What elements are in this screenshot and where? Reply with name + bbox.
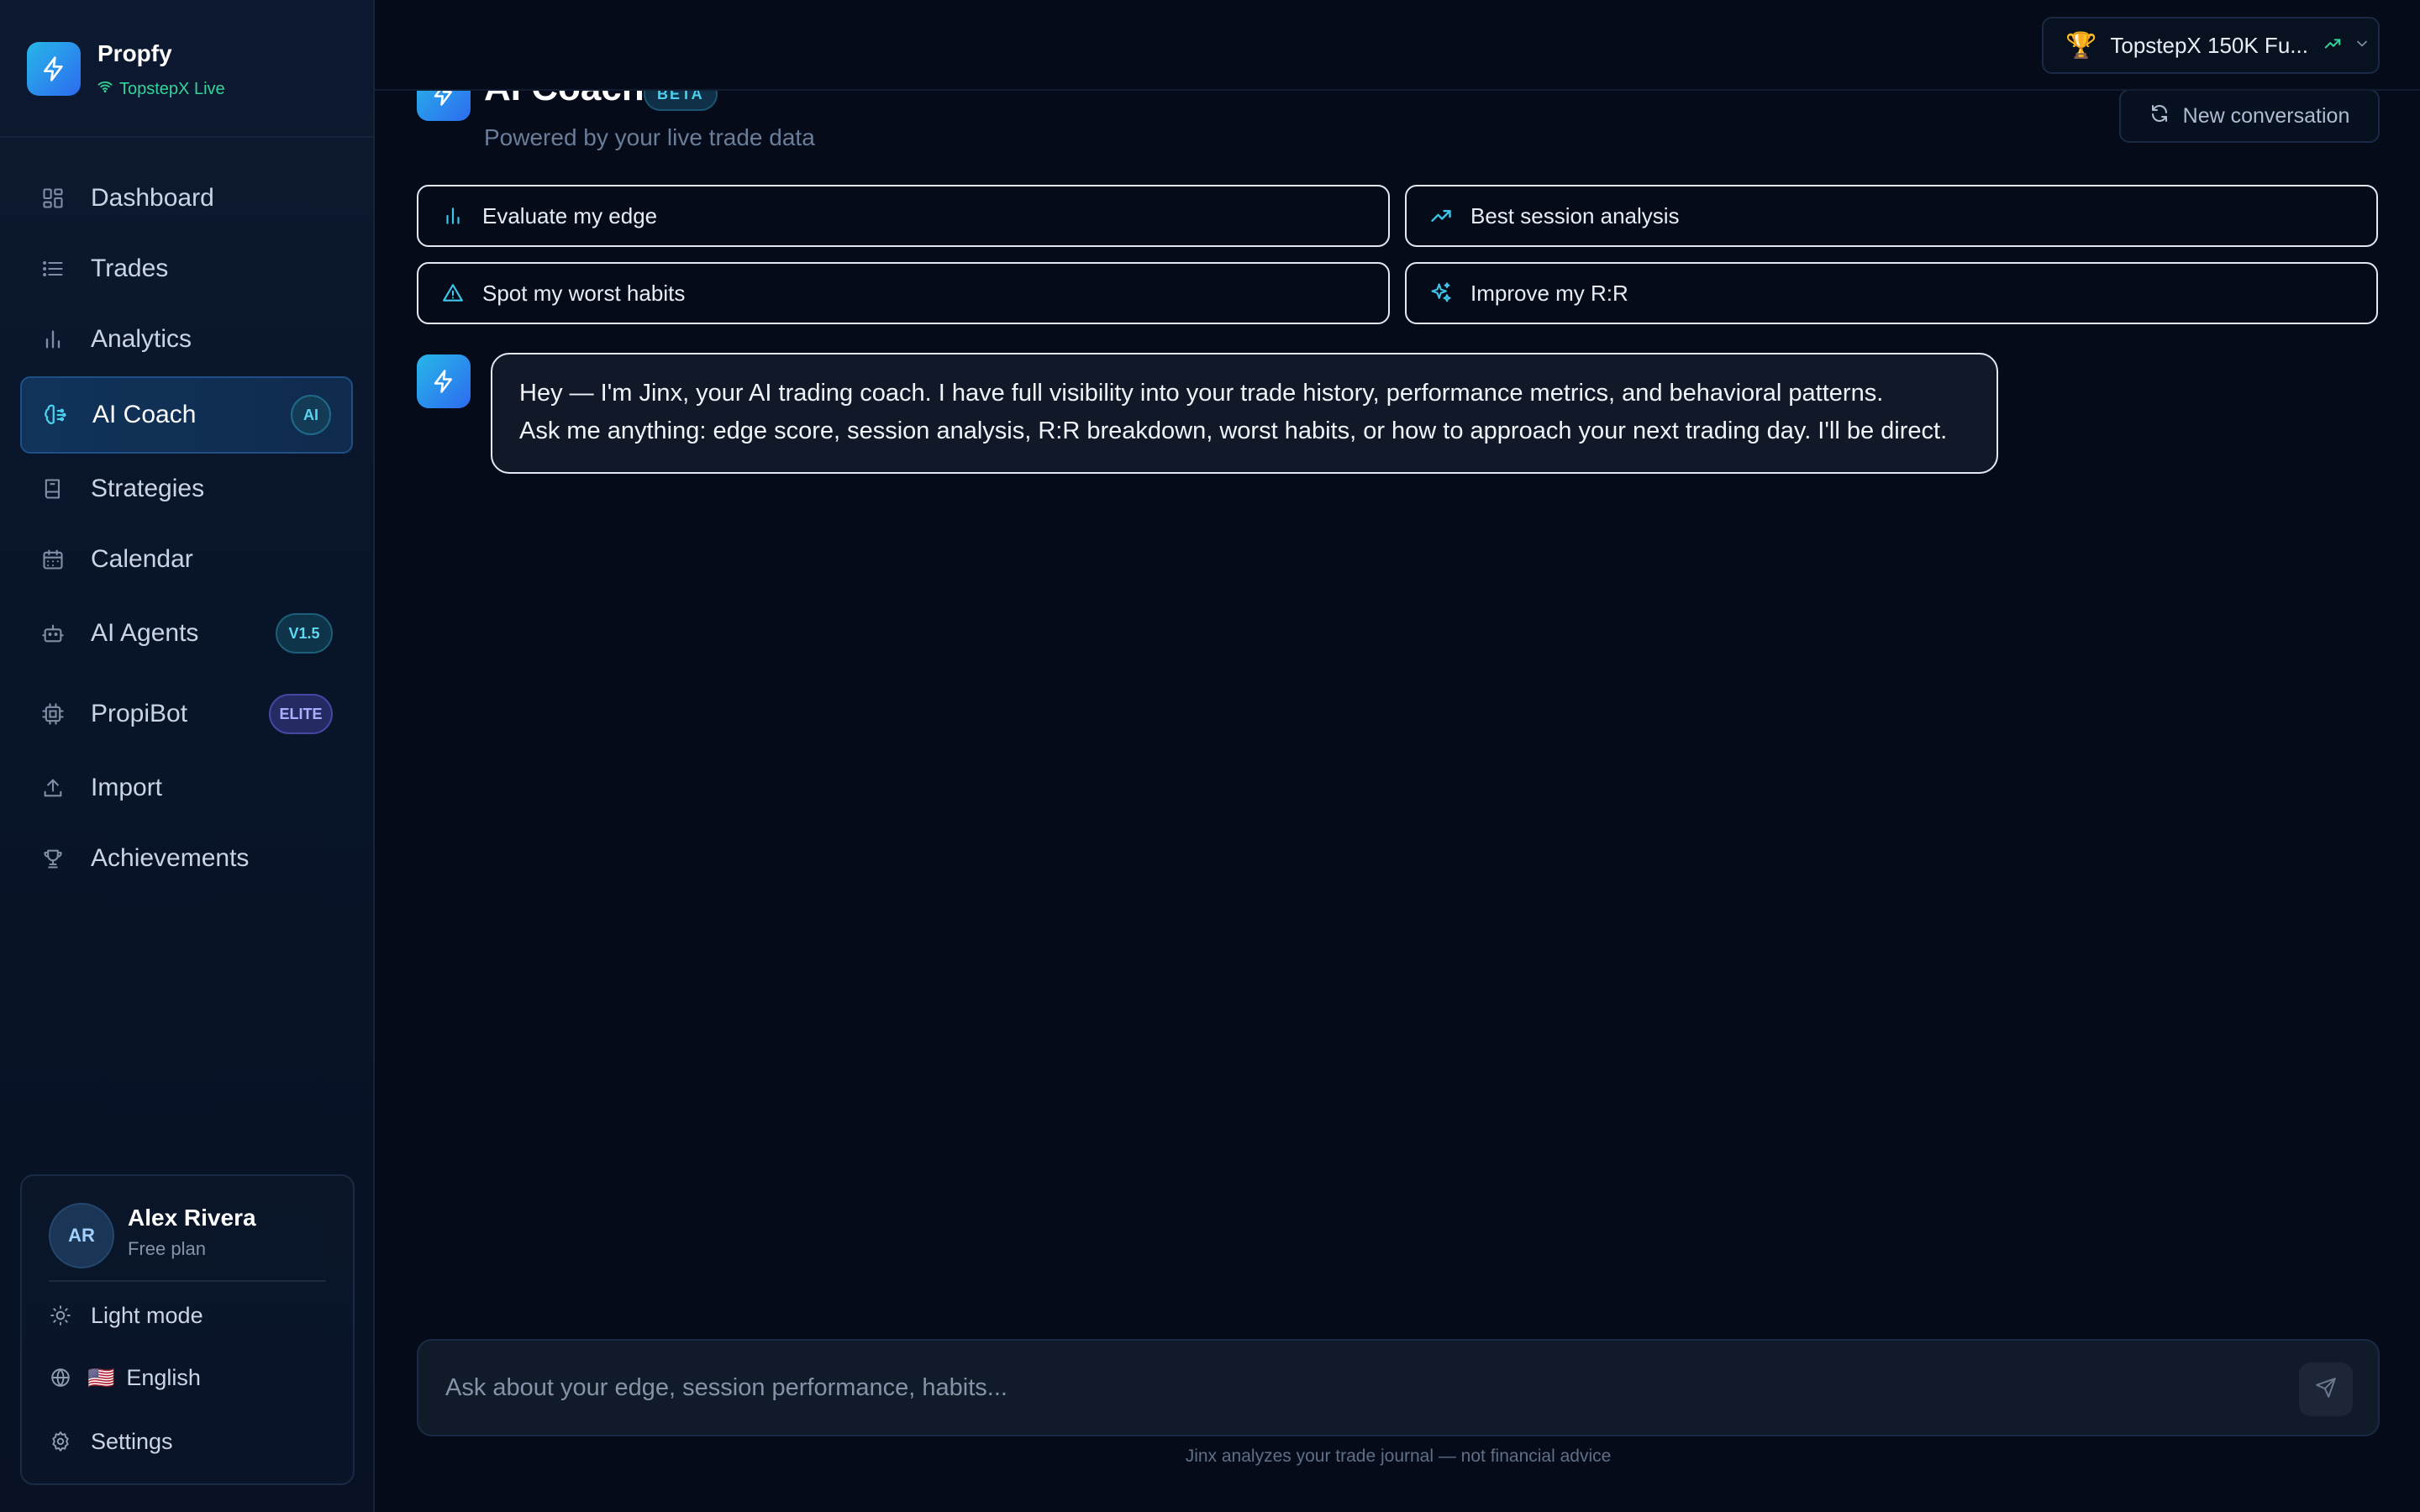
main-content: AI Coach BETA Powered by your live trade… [375,0,2420,1512]
sidebar-item-label: Achievements [91,844,250,872]
send-icon [2315,1377,2337,1403]
elite-badge: ELITE [269,694,333,734]
user-card: AR Alex Rivera Free plan Light mode 🇺🇸 E… [20,1174,355,1485]
sidebar-item-ai-agents[interactable]: AI Agents V1.5 [20,600,353,667]
quick-action-label: Improve my R:R [1470,280,1628,306]
divider [49,1280,326,1282]
us-flag-icon: 🇺🇸 [87,1364,115,1390]
trophy-icon: 🏆 [2065,31,2097,60]
sidebar-item-propibot[interactable]: PropiBot ELITE [20,680,353,748]
warning-icon [440,281,466,306]
sidebar-item-import[interactable]: Import [20,761,353,815]
message-line: Ask me anything: edge score, session ana… [519,417,1948,444]
top-bar: 🏆 TopstepX 150K Fu... [375,0,2420,91]
quick-action-label: Best session analysis [1470,202,1680,228]
list-icon [40,256,66,281]
brand-header: Propfy TopstepX Live [0,0,373,138]
chat-composer [417,1339,2380,1436]
theme-toggle-label: Light mode [91,1302,203,1328]
account-label: TopstepX 150K Fu... [2110,32,2308,58]
language-selector[interactable]: 🇺🇸 English [49,1354,201,1401]
avatar[interactable]: AR [49,1203,114,1268]
settings-link[interactable]: Settings [49,1418,173,1465]
quick-action-label: Spot my worst habits [482,280,686,306]
sidebar-item-dashboard[interactable]: Dashboard [20,171,353,225]
app-root: Propfy TopstepX Live Dashboard Trades An… [0,0,2420,1512]
language-label: English [126,1364,201,1390]
sidebar-item-label: AI Coach [92,401,197,428]
user-name: Alex Rivera [128,1205,256,1231]
page-subtitle: Powered by your live trade data [484,124,815,150]
connection-status: TopstepX Live [97,79,225,99]
refresh-icon [2149,103,2170,129]
sun-icon [49,1304,72,1327]
chat-input[interactable] [445,1341,2260,1435]
sidebar-item-calendar[interactable]: Calendar [20,533,353,586]
message-line: Hey — I'm Jinx, your AI trading coach. I… [519,380,1884,407]
bar-chart-icon [440,203,466,228]
quick-action-improve-rr[interactable]: Improve my R:R [1405,262,2378,324]
brain-icon [42,402,67,428]
cpu-icon [40,701,66,727]
chevron-down-icon [2354,35,2370,56]
sidebar-item-label: Trades [91,255,169,282]
assistant-message: Hey — I'm Jinx, your AI trading coach. I… [491,353,1998,474]
sidebar-item-achievements[interactable]: Achievements [20,832,353,885]
robot-icon [40,621,66,646]
dashboard-icon [40,186,66,211]
sidebar-item-label: AI Agents [91,619,199,647]
sidebar-item-label: Analytics [91,325,192,353]
sidebar: Propfy TopstepX Live Dashboard Trades An… [0,0,375,1512]
quick-action-evaluate-edge[interactable]: Evaluate my edge [417,185,1390,247]
sidebar-item-strategies[interactable]: Strategies [20,462,353,516]
ai-badge: AI [291,395,331,435]
sidebar-item-ai-coach[interactable]: AI Coach AI [20,376,353,454]
new-conversation-label: New conversation [2182,103,2350,128]
quick-action-label: Evaluate my edge [482,202,658,228]
trophy-icon [40,846,66,871]
brand-name: Propfy [97,40,172,66]
lightning-icon[interactable] [27,42,81,96]
sidebar-item-label: PropiBot [91,700,188,727]
sidebar-item-label: Import [91,774,163,801]
disclaimer: Jinx analyzes your trade journal — not f… [1185,1446,1612,1466]
globe-icon [49,1366,72,1389]
gear-icon [49,1430,72,1453]
settings-label: Settings [91,1428,173,1454]
sparkles-icon [1428,281,1454,306]
quick-action-best-session[interactable]: Best session analysis [1405,185,2378,247]
lightning-icon [417,354,471,408]
sidebar-item-label: Calendar [91,545,193,573]
version-badge: V1.5 [276,613,333,654]
upload-icon [40,775,66,801]
bar-chart-icon [40,327,66,352]
quick-action-worst-habits[interactable]: Spot my worst habits [417,262,1390,324]
send-button[interactable] [2299,1362,2353,1416]
user-plan: Free plan [128,1238,206,1259]
book-icon [40,476,66,501]
wifi-icon [97,79,113,99]
sidebar-item-trades[interactable]: Trades [20,242,353,296]
sidebar-item-label: Strategies [91,475,205,502]
sidebar-item-label: Dashboard [91,184,214,212]
account-selector[interactable]: 🏆 TopstepX 150K Fu... [2042,17,2380,74]
connection-status-label: TopstepX Live [119,79,225,98]
sidebar-item-analytics[interactable]: Analytics [20,312,353,366]
trending-up-icon [2323,34,2342,57]
theme-toggle[interactable]: Light mode [49,1292,203,1339]
trending-up-icon [1428,203,1454,228]
new-conversation-button[interactable]: New conversation [2119,89,2380,143]
calendar-icon [40,547,66,572]
